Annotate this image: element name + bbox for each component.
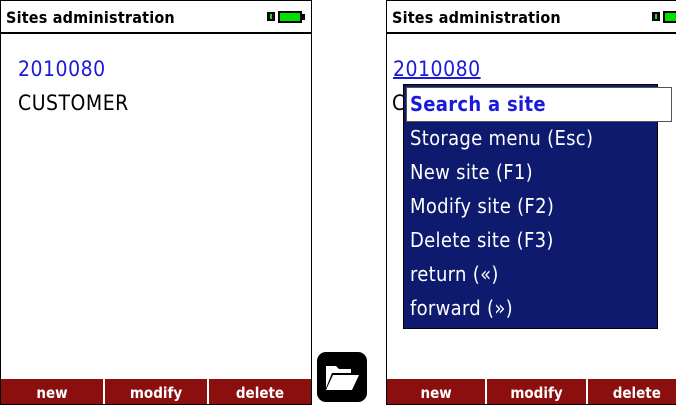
menu-item-storage-menu[interactable]: Storage menu (Esc) bbox=[407, 123, 593, 153]
softkey-bar: new modify delete bbox=[387, 379, 676, 404]
site-id: 2010080 bbox=[393, 57, 481, 81]
delete-softkey[interactable]: delete bbox=[585, 379, 676, 404]
folder-open-button[interactable] bbox=[317, 352, 367, 402]
battery-icon bbox=[652, 11, 676, 23]
modify-softkey[interactable]: modify bbox=[485, 379, 585, 404]
menu-item-delete-site[interactable]: Delete site (F3) bbox=[407, 225, 554, 255]
new-softkey[interactable]: new bbox=[387, 379, 485, 404]
menu-item-return[interactable]: return («) bbox=[407, 259, 499, 289]
modify-softkey[interactable]: modify bbox=[103, 379, 207, 404]
screen-title: Sites administration bbox=[392, 8, 561, 27]
site-name: CUSTOMER bbox=[18, 91, 129, 115]
site-id: 2010080 bbox=[18, 57, 106, 81]
context-menu: Search a site Storage menu (Esc) New sit… bbox=[403, 84, 672, 329]
menu-item-search-site[interactable]: Search a site bbox=[406, 87, 672, 122]
delete-softkey[interactable]: delete bbox=[207, 379, 311, 404]
menu-item-forward[interactable]: forward (») bbox=[407, 293, 513, 323]
left-device-screen: Sites administration 2010080 CUSTOMER ne… bbox=[0, 0, 312, 405]
battery-icon bbox=[267, 11, 305, 23]
new-softkey[interactable]: new bbox=[1, 379, 103, 404]
site-id-text: 2010080 bbox=[393, 57, 481, 81]
menu-item-new-site[interactable]: New site (F1) bbox=[407, 157, 533, 187]
screen-title: Sites administration bbox=[6, 8, 175, 27]
title-bar: Sites administration bbox=[1, 1, 311, 34]
softkey-bar: new modify delete bbox=[1, 379, 311, 404]
title-bar: Sites administration bbox=[387, 1, 676, 34]
menu-item-modify-site[interactable]: Modify site (F2) bbox=[407, 191, 554, 221]
right-device-screen: Sites administration 2010080 C Search a … bbox=[386, 0, 676, 405]
